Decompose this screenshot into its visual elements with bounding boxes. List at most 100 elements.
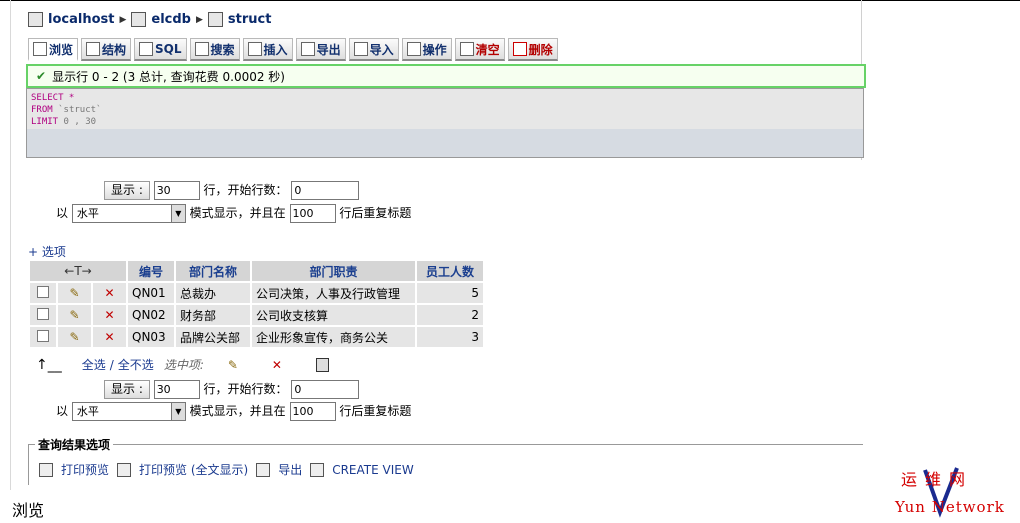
column-header[interactable]: 编号: [128, 261, 174, 281]
edit-icon[interactable]: ✎: [58, 303, 91, 325]
cell-duty: 公司决策，人事及行政管理: [252, 281, 415, 303]
export-icon: [256, 462, 271, 477]
tab-drop[interactable]: 删除: [507, 38, 558, 61]
sql-query-box: SELECT * FROM `struct` LIMIT 0 , 30: [26, 88, 864, 158]
row-checkbox[interactable]: [30, 325, 56, 347]
query-results-legend: 查询结果选项: [35, 436, 114, 453]
column-resize-arrows[interactable]: ←T→: [30, 261, 126, 281]
start-row-input-bottom[interactable]: 0: [291, 380, 360, 399]
column-header[interactable]: 部门名称: [176, 261, 250, 281]
sql-icon: [139, 42, 154, 56]
sql-from-line: FROM `struct`: [31, 104, 101, 116]
tab-import[interactable]: 导入: [348, 38, 399, 61]
results-table: ←T→ 编号 部门名称 部门职责 员工人数 ✎ ✕ QN01 总裁办 公司决策，…: [28, 261, 485, 347]
rows-input[interactable]: 30: [153, 181, 200, 200]
export-icon: [300, 42, 315, 56]
sql-from-table: `struct`: [58, 105, 102, 115]
delete-icon[interactable]: ✕: [93, 281, 126, 303]
sql-limit-line: LIMIT 0 , 30: [31, 116, 101, 128]
column-header[interactable]: 员工人数: [417, 261, 483, 281]
start-row-input[interactable]: 0: [291, 181, 360, 200]
tab-sql[interactable]: SQL: [134, 38, 187, 61]
breadcrumb-server[interactable]: localhost: [48, 12, 114, 27]
show-button[interactable]: 显示 :: [104, 181, 150, 200]
left-rule: [10, 0, 11, 490]
rows-label-bottom: 行，开始行数：: [203, 382, 288, 396]
bulk-edit-icon[interactable]: ✎: [228, 358, 238, 372]
create-view-link[interactable]: CREATE VIEW: [332, 463, 414, 477]
repeat-headers-input[interactable]: 100: [289, 204, 336, 223]
tab-insert[interactable]: 插入: [242, 38, 293, 61]
success-notice: ✔ 显示行 0 - 2 (3 总计, 查询花费 0.0002 秒): [26, 64, 866, 88]
nav-row-mode: 以 水平 ▼ 模式显示，并且在 100 行后重复标题: [56, 204, 411, 223]
bulk-separator: /: [109, 357, 114, 372]
browse-icon: [33, 42, 47, 56]
sql-limit-value: 0 , 30: [63, 117, 97, 127]
caption: 浏览: [12, 501, 45, 520]
cell-id: QN02: [128, 303, 174, 325]
delete-icon[interactable]: ✕: [93, 325, 126, 347]
breadcrumb-database[interactable]: elcdb: [151, 12, 191, 27]
tab-operations[interactable]: 操作: [401, 38, 452, 61]
print-icon: [117, 462, 132, 477]
nav-row-bottom: 显示 : 30 行，开始行数： 0: [104, 380, 360, 399]
structure-icon: [86, 42, 101, 56]
print-icon: [39, 462, 53, 477]
drop-icon: [512, 42, 527, 56]
empty-icon: [459, 42, 474, 56]
delete-icon[interactable]: ✕: [93, 303, 126, 325]
sql-select-line: SELECT *: [31, 93, 75, 103]
tab-export[interactable]: 导出: [295, 38, 346, 61]
tab-empty[interactable]: 清空: [454, 38, 505, 61]
insert-icon: [247, 42, 262, 56]
cell-name: 总裁办: [176, 281, 250, 303]
breadcrumb: localhost ▶ elcdb ▶ struct: [28, 12, 271, 27]
chevron-right-icon: ▶: [119, 14, 127, 25]
cell-name: 品牌公关部: [176, 325, 250, 347]
table-header: ←T→ 编号 部门名称 部门职责 员工人数: [30, 261, 483, 281]
chevron-right-icon: ▶: [195, 14, 203, 25]
operations-icon: [406, 42, 421, 56]
logo: 运维网 Yun Network: [895, 464, 1017, 520]
mode-prefix: 以: [56, 206, 69, 220]
edit-icon[interactable]: ✎: [58, 325, 91, 347]
mode-select[interactable]: 水平 ▼: [71, 204, 186, 223]
query-results-options: 查询结果选项 打印预览 打印预览 (全文显示) 导出 CREATE VIEW: [28, 436, 863, 485]
row-checkbox[interactable]: [30, 281, 56, 303]
with-selected-label: 选中项:: [163, 358, 204, 372]
table-icon: [207, 12, 223, 27]
sql-from-keyword: FROM: [31, 105, 53, 115]
mode-select-bottom[interactable]: 水平 ▼: [71, 402, 186, 421]
options-link[interactable]: + 选项: [28, 243, 66, 260]
sql-query-text: SELECT * FROM `struct` LIMIT 0 , 30: [31, 92, 101, 128]
sql-toolbar-strip: [27, 129, 863, 157]
bulk-delete-icon[interactable]: ✕: [272, 358, 282, 372]
tab-structure[interactable]: 结构: [81, 38, 132, 61]
column-header[interactable]: 部门职责: [252, 261, 415, 281]
rows-input-bottom[interactable]: 30: [153, 380, 200, 399]
cell-count: 3: [417, 325, 483, 347]
deselect-all-link[interactable]: 全不选: [118, 356, 154, 373]
show-button-bottom[interactable]: 显示 :: [104, 380, 150, 399]
bulk-export-icon[interactable]: [315, 357, 329, 372]
select-all-link[interactable]: 全选: [82, 356, 106, 373]
repeat-headers-input-bottom[interactable]: 100: [289, 402, 336, 421]
repeat-label-bottom: 行后重复标题: [339, 404, 412, 418]
sql-limit-keyword: LIMIT: [31, 117, 59, 127]
logo-top-text: 运维网: [901, 470, 974, 489]
export-link[interactable]: 导出: [278, 461, 302, 478]
rows-label: 行，开始行数：: [203, 183, 288, 197]
top-rule: [0, 0, 1020, 1]
print-view-link[interactable]: 打印预览: [61, 461, 109, 478]
tab-browse[interactable]: 浏览: [28, 38, 79, 61]
cell-name: 财务部: [176, 303, 250, 325]
tab-bar: 浏览 结构 SQL 搜索 插入 导出 导入 操作 清空 删除: [28, 38, 558, 61]
view-icon: [310, 462, 325, 477]
breadcrumb-table[interactable]: struct: [228, 12, 272, 27]
edit-icon[interactable]: ✎: [58, 281, 91, 303]
table-row: ✎ ✕ QN03 品牌公关部 企业形象宣传，商务公关 3: [30, 325, 483, 347]
print-view-full-link[interactable]: 打印预览 (全文显示): [139, 461, 248, 478]
notice-text: 显示行 0 - 2 (3 总计, 查询花费 0.0002 秒): [52, 69, 285, 84]
tab-search[interactable]: 搜索: [189, 38, 240, 61]
row-checkbox[interactable]: [30, 303, 56, 325]
